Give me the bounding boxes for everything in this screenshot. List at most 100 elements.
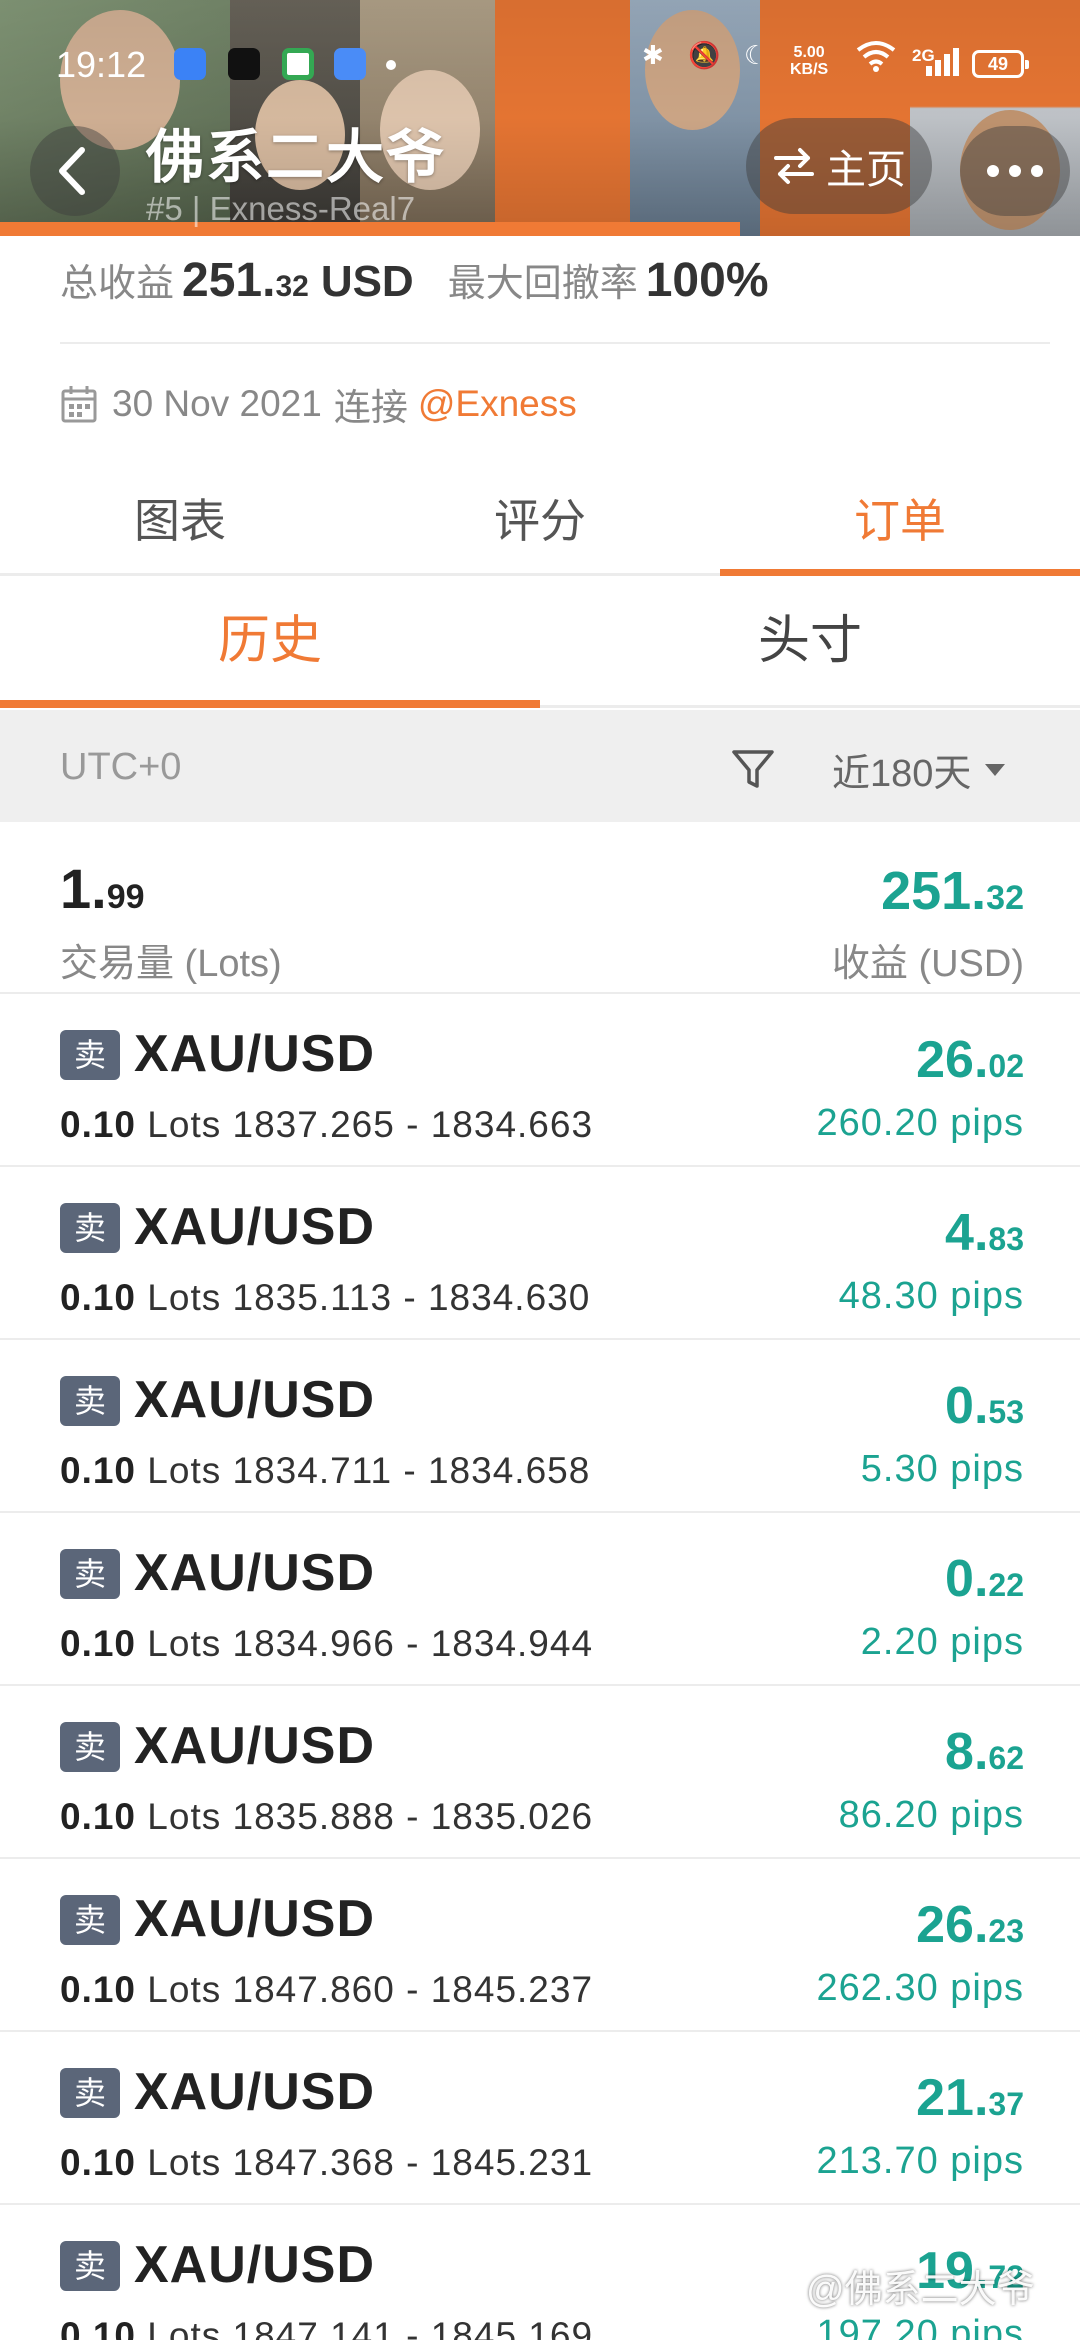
order-price-range: 1847.141 - 1845.169 — [232, 2315, 594, 2340]
order-row[interactable]: 卖 XAU/USD 0.10 Lots 1847.368 - 1845.231 … — [0, 2032, 1080, 2205]
order-profit-dec: 83 — [988, 1221, 1024, 1257]
swap-arrows-icon — [774, 148, 814, 184]
order-pips: 48.30 pips — [838, 1275, 1024, 1317]
tab-chart[interactable]: 图表 — [0, 476, 360, 573]
infinity-app-icon — [334, 48, 366, 80]
order-pips: 5.30 pips — [860, 1448, 1024, 1490]
connection-info: 30 Nov 2021 连接 @Exness — [60, 374, 577, 434]
date-range-dropdown[interactable]: 近180天 — [832, 742, 1006, 797]
order-lots-unit: Lots — [147, 1277, 222, 1318]
max-drawdown-value: 100% — [645, 254, 769, 307]
totals-summary: 1.99 交易量 (Lots) 251.32 收益 (USD) — [0, 822, 1080, 994]
order-profit-dec: 02 — [988, 1048, 1024, 1084]
order-lots-unit: Lots — [147, 2142, 222, 2183]
order-profit-dec: 22 — [988, 1567, 1024, 1603]
account-summary: 总收益 251. 32 USD 最大回撤率 100% — [60, 252, 1050, 312]
total-profit-int: 251. — [182, 254, 276, 307]
more-options-button[interactable] — [960, 126, 1070, 216]
order-lots: 0.10 — [60, 1969, 137, 2010]
sell-badge: 卖 — [60, 1722, 120, 1772]
order-profit: 4.83 — [945, 1203, 1024, 1263]
order-lots: 0.10 — [60, 1450, 137, 1491]
order-symbol: XAU/USD — [134, 2236, 376, 2294]
order-lots-unit: Lots — [147, 1969, 222, 2010]
broker-link[interactable]: @Exness — [418, 383, 577, 425]
order-sub-tabs: 历史 头寸 — [0, 580, 1080, 708]
order-symbol: XAU/USD — [134, 1025, 376, 1083]
order-profit-int: 26. — [916, 1031, 989, 1089]
order-row[interactable]: 卖 XAU/USD 0.10 Lots 1834.966 - 1834.944 … — [0, 1513, 1080, 1686]
order-profit-int: 0. — [945, 1550, 989, 1608]
tab-positions[interactable]: 头寸 — [540, 580, 1080, 705]
order-price-range: 1847.860 - 1845.237 — [232, 1969, 594, 2010]
order-profit-dec: 62 — [988, 1740, 1024, 1776]
order-symbol: XAU/USD — [134, 1890, 376, 1948]
order-symbol: XAU/USD — [134, 1544, 376, 1602]
filter-bar: UTC+0 近180天 — [0, 710, 1080, 822]
sell-badge: 卖 — [60, 2241, 120, 2291]
summary-divider — [60, 342, 1050, 344]
order-pips: 2.20 pips — [860, 1621, 1024, 1663]
order-profit-int: 26. — [916, 1896, 989, 1954]
date-range-value: 近180天 — [832, 753, 972, 795]
bluetooth-icon: ✱ — [642, 40, 664, 70]
order-profit-dec: 37 — [988, 2086, 1024, 2122]
tab-history[interactable]: 历史 — [0, 580, 540, 708]
order-row[interactable]: 卖 XAU/USD 0.10 Lots 1835.888 - 1835.026 … — [0, 1686, 1080, 1859]
order-details: 0.10 Lots 1834.966 - 1834.944 — [60, 1623, 593, 1665]
order-lots: 0.10 — [60, 1623, 137, 1664]
network-speed-unit: KB/S — [790, 61, 829, 78]
max-drawdown-label: 最大回撤率 — [447, 263, 638, 305]
filter-icon[interactable] — [730, 746, 776, 792]
order-profit-int: 8. — [945, 1723, 989, 1781]
network-speed-value: 5.00 — [793, 44, 825, 61]
order-symbol: XAU/USD — [134, 1717, 376, 1775]
total-profit-label: 总收益 — [60, 263, 175, 305]
back-button[interactable] — [30, 126, 120, 216]
order-price-range: 1834.711 - 1834.658 — [232, 1450, 591, 1491]
notification-dot — [386, 60, 396, 70]
total-lots-dec: 99 — [106, 878, 145, 916]
connect-label: 连接 — [333, 387, 408, 428]
order-row[interactable]: 卖 XAU/USD 0.10 Lots 1834.711 - 1834.658 … — [0, 1340, 1080, 1513]
order-profit-int: 4. — [945, 1204, 989, 1262]
order-lots: 0.10 — [60, 1277, 137, 1318]
more-dot-icon — [987, 165, 999, 177]
sell-badge: 卖 — [60, 2068, 120, 2118]
order-profit: 21.37 — [916, 2068, 1024, 2128]
order-profit-int: 0. — [945, 1377, 989, 1435]
order-pips: 262.30 pips — [816, 1967, 1024, 2009]
order-row[interactable]: 卖 XAU/USD 0.10 Lots 1837.265 - 1834.663 … — [0, 994, 1080, 1167]
home-button[interactable]: 主页 — [746, 118, 932, 214]
tab-rating[interactable]: 评分 — [360, 476, 720, 573]
status-time: 19:12 — [56, 44, 147, 85]
total-profit-value-int: 251. — [881, 861, 987, 921]
order-lots-unit: Lots — [147, 1623, 222, 1664]
timezone-label: UTC+0 — [60, 746, 182, 788]
sell-badge: 卖 — [60, 1376, 120, 1426]
order-details: 0.10 Lots 1847.368 - 1845.231 — [60, 2142, 593, 2184]
order-symbol: XAU/USD — [134, 1198, 376, 1256]
order-pips: 86.20 pips — [838, 1794, 1024, 1836]
tab-orders[interactable]: 订单 — [720, 476, 1080, 576]
order-lots: 0.10 — [60, 1796, 137, 1837]
order-price-range: 1835.888 - 1835.026 — [232, 1796, 594, 1837]
order-row[interactable]: 卖 XAU/USD 0.10 Lots 1847.860 - 1845.237 … — [0, 1859, 1080, 2032]
battery-icon: 49 — [972, 50, 1029, 78]
total-profit-unit: USD — [320, 257, 414, 306]
order-profit-dec: 53 — [988, 1394, 1024, 1430]
order-lots: 0.10 — [60, 2142, 137, 2183]
signal-bars-icon — [922, 44, 962, 85]
order-lots: 0.10 — [60, 2315, 137, 2340]
order-row[interactable]: 卖 XAU/USD 0.10 Lots 1835.113 - 1834.630 … — [0, 1167, 1080, 1340]
sell-badge: 卖 — [60, 1030, 120, 1080]
total-profit: 251.32 — [881, 860, 1024, 922]
order-details: 0.10 Lots 1835.113 - 1834.630 — [60, 1277, 590, 1319]
order-profit-int: 21. — [916, 2069, 989, 2127]
wifi-svg — [856, 41, 896, 72]
page-title: 佛系二大爷 — [146, 125, 447, 190]
order-lots-unit: Lots — [147, 2315, 222, 2340]
order-details: 0.10 Lots 1847.141 - 1845.169 — [60, 2315, 593, 2340]
chevron-left-icon — [59, 147, 85, 195]
order-lots-unit: Lots — [147, 1104, 222, 1145]
